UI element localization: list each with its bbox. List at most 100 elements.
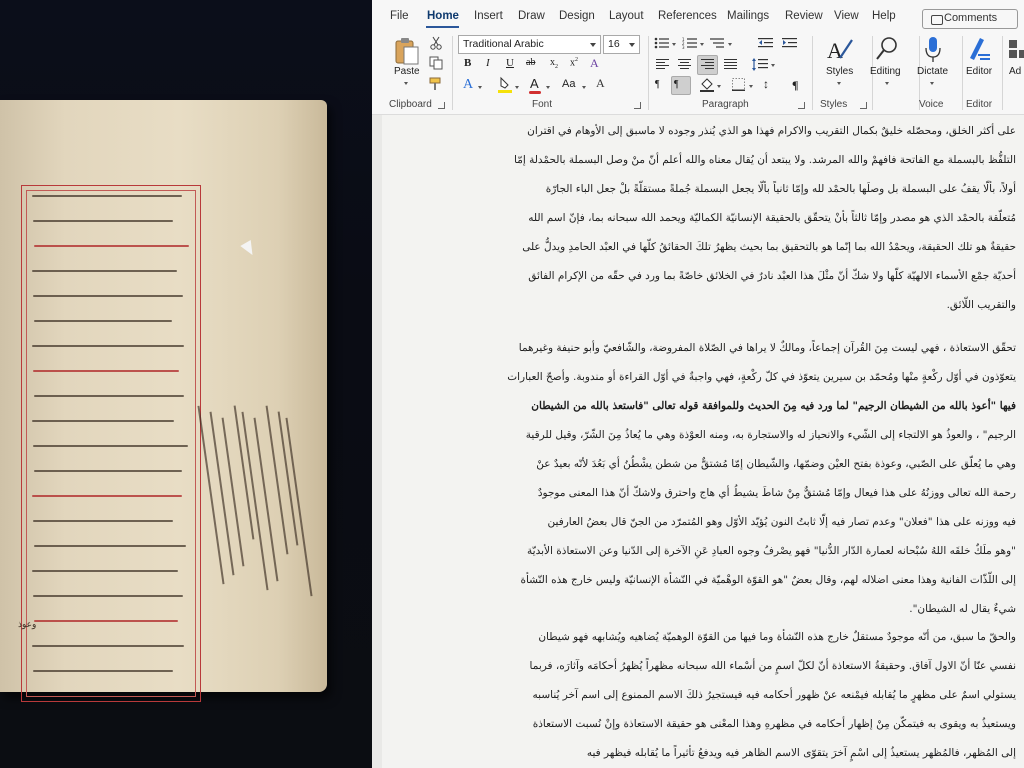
styles-icon: A (827, 38, 853, 63)
highlight-icon[interactable] (498, 76, 512, 94)
manuscript-margin-stroke (253, 417, 279, 582)
manuscript-script-line (32, 570, 178, 572)
cut-icon[interactable] (429, 36, 443, 50)
bold-icon[interactable]: B (464, 57, 471, 69)
manuscript-script-line (33, 220, 173, 222)
align-right-icon[interactable] (701, 59, 714, 70)
manuscript-script-line (32, 645, 184, 647)
editor-icon (970, 38, 990, 60)
menu-help[interactable]: Help (872, 10, 896, 22)
superscript-icon[interactable]: x2 (570, 57, 578, 68)
paragraph-launcher-icon[interactable] (798, 102, 805, 109)
text-line: ويستعيذُ به ويقوى به فيتمكّن مِنْ إظهار … (532, 718, 1016, 730)
manuscript-script-line (34, 245, 189, 247)
center-icon[interactable] (678, 59, 691, 70)
menu-design[interactable]: Design (559, 10, 595, 22)
background-area: وعوذ (0, 0, 372, 768)
menu-draw[interactable]: Draw (518, 10, 545, 22)
rtl-icon[interactable]: ¶ (674, 79, 679, 90)
manuscript-script-line (34, 395, 184, 397)
manuscript-margin-stroke (221, 417, 245, 567)
styles-launcher-icon[interactable] (860, 102, 867, 109)
shading-icon[interactable] (700, 78, 714, 92)
font-name-combo[interactable]: Traditional Arabic (458, 35, 601, 54)
text-line: وهي ما يُعلّق على الصّبي، وعوذة بفتح الع… (536, 458, 1016, 470)
font-launcher-icon[interactable] (634, 102, 641, 109)
line-spacing-icon[interactable] (752, 58, 768, 71)
menu-references[interactable]: References (658, 10, 717, 22)
text-line: فيه ووزنه على هذا "فعلان" وعدم تصار فيه … (547, 516, 1016, 528)
text-line: التلفُّظ بالبسملة مع الفاتحة فافهمْ والل… (514, 154, 1016, 166)
underline-icon[interactable]: U (506, 57, 514, 69)
menu-view[interactable]: View (834, 10, 859, 22)
copy-icon[interactable] (429, 56, 443, 70)
word-window: File Home Insert Draw Design Layout Refe… (372, 0, 1024, 768)
text-line: شيءٌ يقال له الشيطان". (909, 603, 1016, 615)
numbering-icon[interactable]: 123 (682, 37, 697, 49)
borders-icon[interactable] (732, 78, 745, 91)
sort-icon[interactable]: ↕ (763, 77, 769, 91)
text-line: رحمة الله تعالى ووزنُهُ على هذا فيعال وإ… (537, 487, 1016, 499)
svg-text:A: A (827, 38, 843, 63)
menu-review[interactable]: Review (785, 10, 823, 22)
manuscript-script-line (34, 470, 182, 472)
font-size-combo[interactable]: 16 (603, 35, 640, 54)
increase-indent-icon[interactable] (782, 37, 797, 49)
manuscript-margin-stroke (209, 411, 235, 576)
subscript-icon[interactable]: x2 (550, 57, 558, 70)
manuscript-script-line (33, 520, 173, 522)
change-case-icon[interactable]: Aa (562, 78, 575, 90)
clear-formatting-icon[interactable]: A (590, 56, 599, 71)
paragraph-1: على أكثر الخلق، ومحصّله خليقٌ بكمال التق… (396, 117, 1016, 320)
paragraph-3: والحقّ ما سبق، من أنّه موجودٌ مستقلٌ خار… (396, 623, 1016, 768)
menu-insert[interactable]: Insert (474, 10, 503, 22)
comments-button[interactable]: Comments (922, 9, 1018, 29)
active-tab-indicator (426, 26, 459, 28)
paragraph-2: تحقّق الاستعاذة ، فهي ليست مِنَ القُرآن … (396, 334, 1016, 624)
text-line: فيها "أعوذ بالله من الشيطان الرجيم" لما … (531, 400, 1016, 412)
text-line: نفسي عنّا أنّ الاول آفاق. وحقيقةُ الاستع… (529, 660, 1016, 672)
manuscript-footer-word: وعوذ (18, 620, 37, 630)
menu-mailings[interactable]: Mailings (727, 10, 769, 22)
align-left-icon[interactable] (656, 59, 669, 70)
paste-icon (395, 38, 419, 65)
manuscript-script-line (33, 595, 183, 597)
format-painter-icon[interactable] (429, 77, 443, 91)
editor-group-label: Editor (966, 99, 993, 110)
manuscript-script-line (32, 495, 182, 497)
font-group-label: Font (532, 99, 553, 110)
document-page[interactable]: على أكثر الخلق، ومحصّله خليقٌ بكمال التق… (382, 115, 1024, 768)
text-line: يتعوّذون في أوّل ركْعةٍ منْها ومُحمّد بن… (507, 371, 1016, 383)
text-line: "وهو ملَكٌ خلقَه اللهُ سُبْحانه لعمارة ا… (527, 545, 1016, 557)
menu-layout[interactable]: Layout (609, 10, 644, 22)
manuscript-margin-stroke (285, 417, 313, 597)
document-area[interactable]: على أكثر الخلق، ومحصّله خليقٌ بكمال التق… (372, 115, 1024, 768)
bullets-icon[interactable] (654, 37, 669, 49)
decrease-indent-icon[interactable] (758, 37, 773, 49)
manuscript-script-line (32, 270, 177, 272)
italic-icon[interactable]: I (486, 57, 490, 69)
ltr-icon[interactable]: ¶ (655, 79, 660, 90)
voice-group-label: Voice (919, 99, 944, 110)
menu-home[interactable]: Home (427, 10, 459, 22)
menu-bar: File Home Insert Draw Design Layout Refe… (372, 0, 1024, 32)
text-line: الرجيم" ، والعوذُ هو الالتجاء إلى الشّيء… (525, 429, 1016, 441)
manuscript-script-line (34, 320, 172, 322)
text-line: مُتعلّقة بالحمْد الذي هو مصدر وإمّا ثالث… (528, 212, 1016, 224)
comment-icon (931, 15, 943, 25)
manuscript-script-line (34, 545, 186, 547)
text-effects-icon[interactable]: A (463, 77, 473, 93)
clipboard-group-label: Clipboard (389, 99, 432, 110)
pilcrow-icon[interactable]: ¶ (792, 78, 798, 93)
manuscript-script-line (32, 345, 184, 347)
text-line: أحديّة جمْع الأسماء الالهيّة كلّها ولا ش… (528, 270, 1016, 282)
manuscript-script-line (33, 370, 179, 372)
multilevel-icon[interactable] (710, 37, 725, 49)
justify-icon[interactable] (724, 59, 737, 70)
strikethrough-icon[interactable]: ab (526, 57, 535, 68)
text-highlight-icon[interactable]: A (596, 76, 605, 91)
manuscript-script-line (34, 620, 178, 622)
menu-file[interactable]: File (390, 10, 409, 22)
text-line: إلى المُظهر، فالمُظهر يستعيذُ إلى اسْمٍ … (586, 747, 1016, 759)
clipboard-launcher-icon[interactable] (438, 102, 445, 109)
